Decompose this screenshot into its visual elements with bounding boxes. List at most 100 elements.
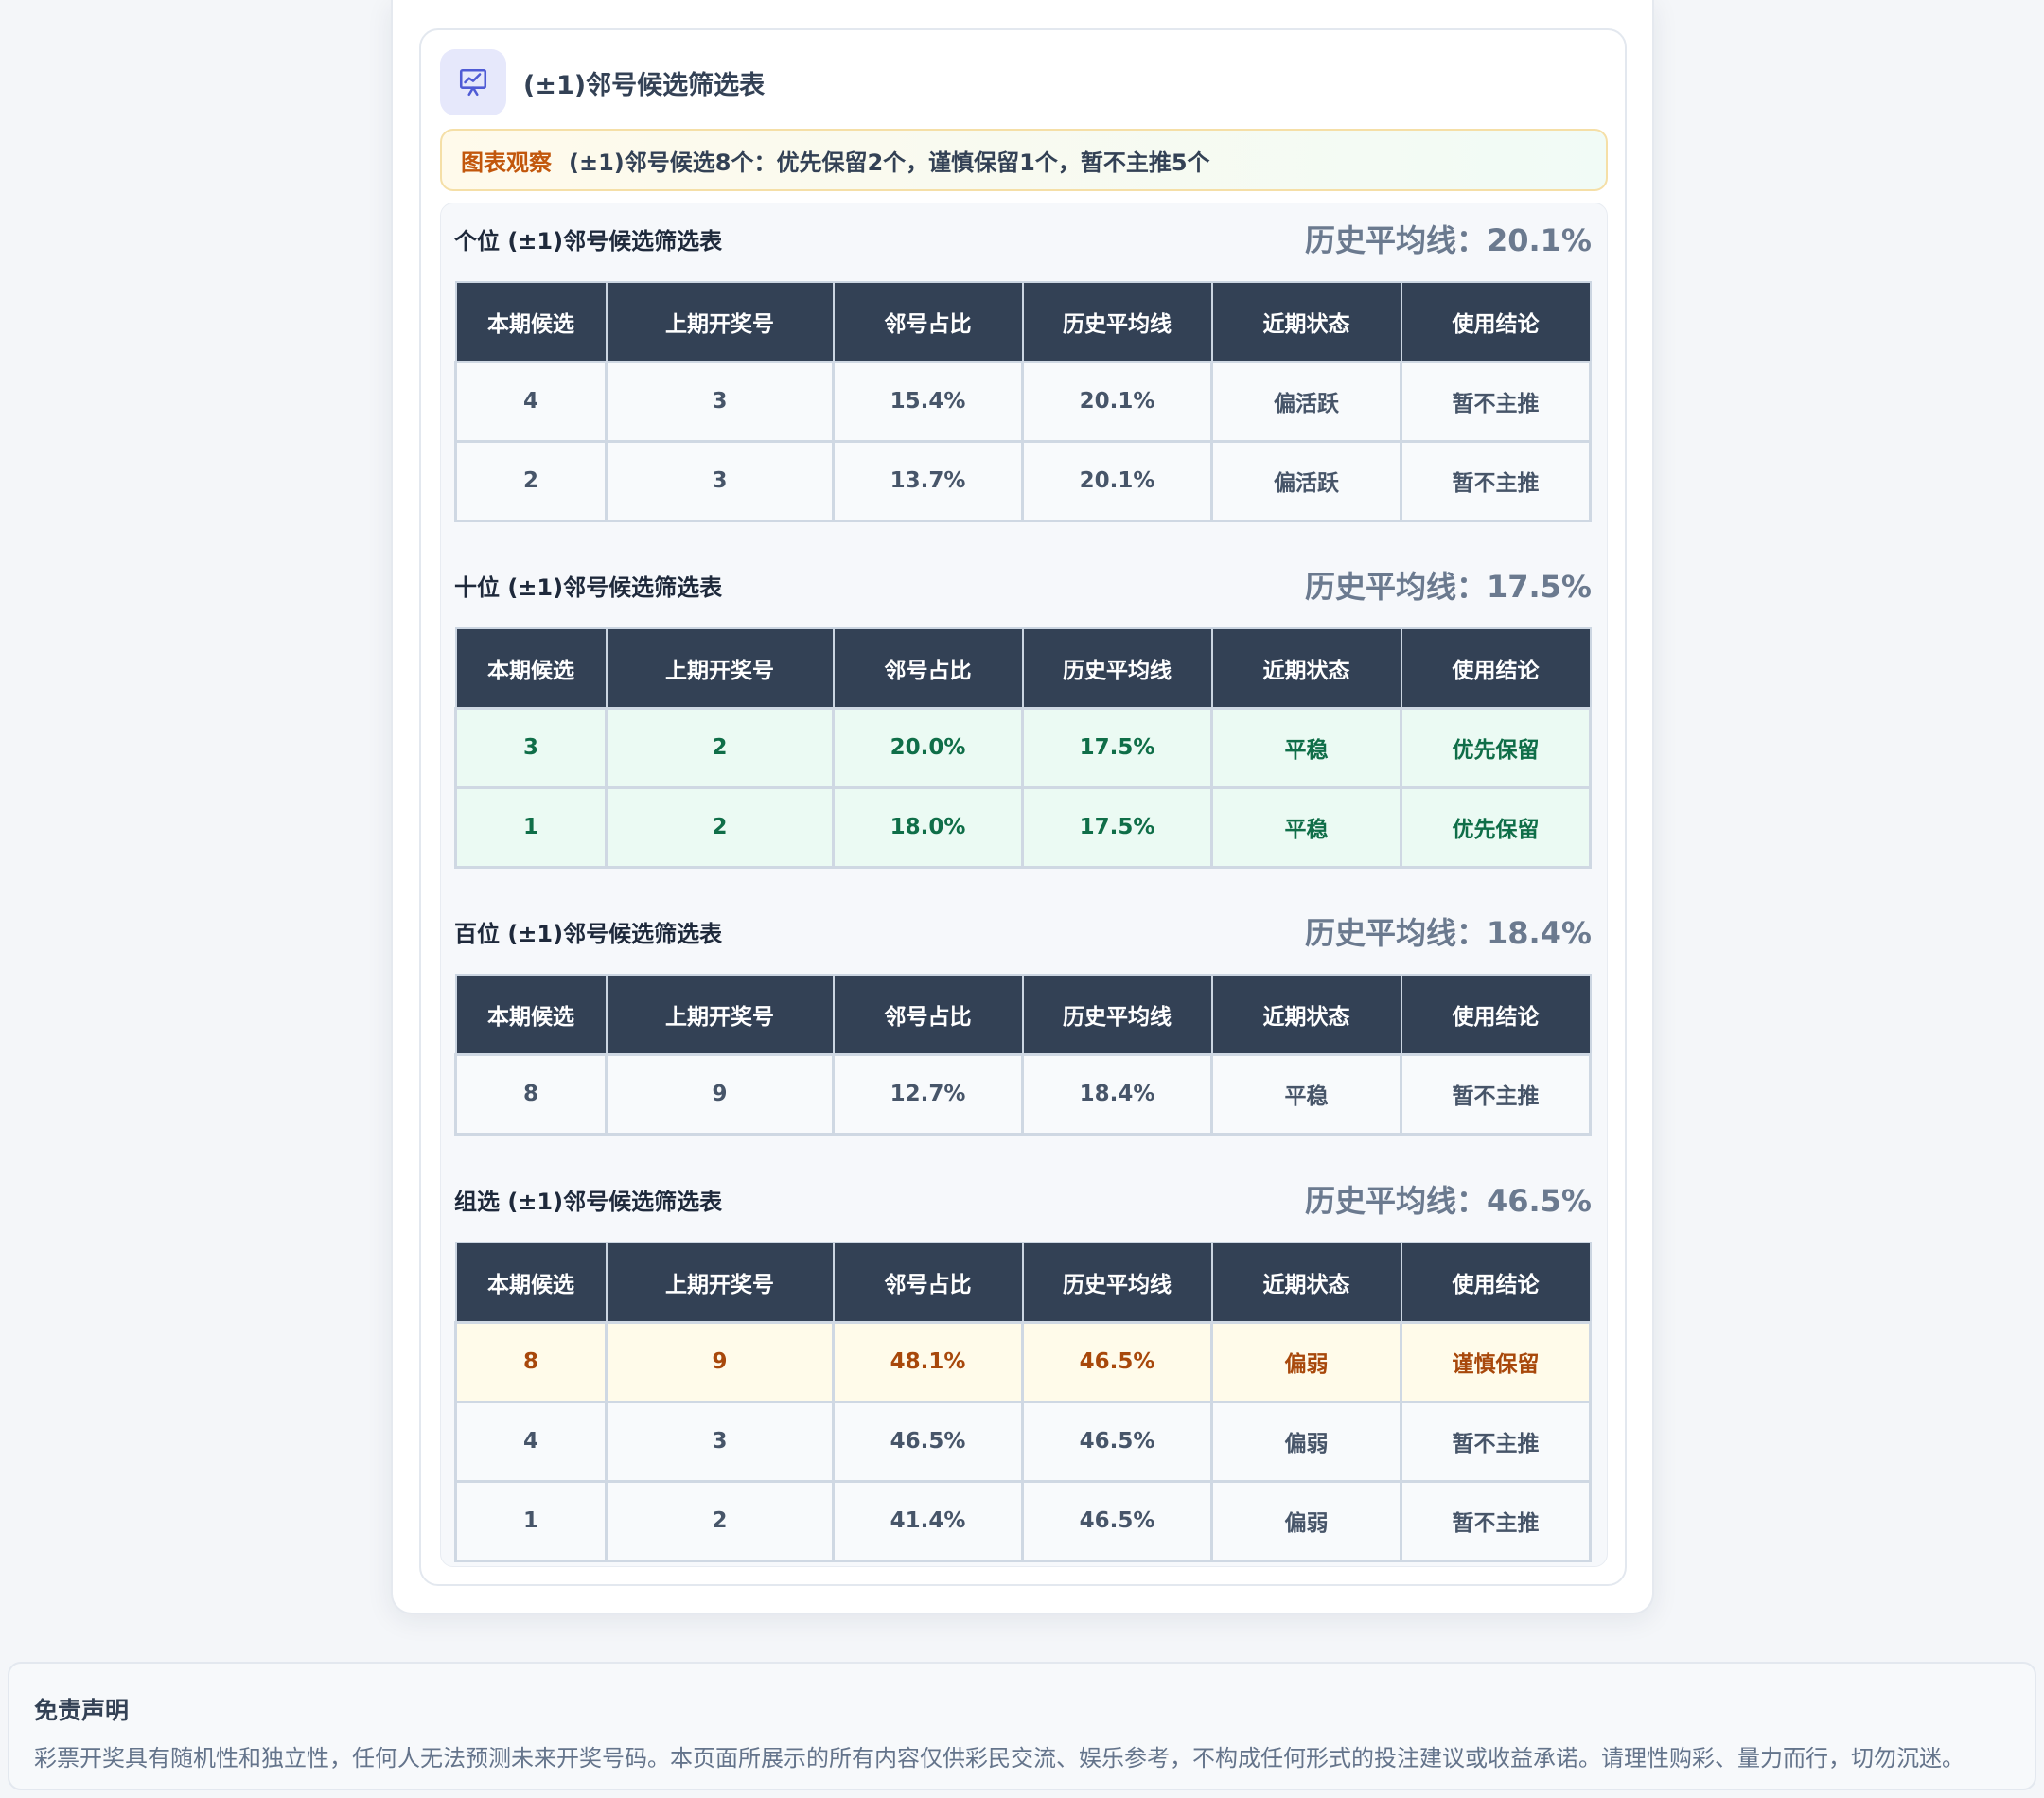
table-section: 十位 (±1)邻号候选筛选表 历史平均线：17.5% 本期候选 上期开奖号 邻号占比 历史…: [454, 561, 1592, 869]
disclaimer-text: 彩票开奖具有随机性和独立性，任何人无法预测未来开奖号码。本页面所展示的所有内容仅…: [34, 1745, 1965, 1772]
section-average-line: 历史平均线：17.5%: [1304, 569, 1592, 605]
table-header-row: 本期候选 上期开奖号 邻号占比 历史平均线 近期状态 使用结论: [454, 628, 1592, 709]
table-cell: 平稳: [1210, 785, 1402, 869]
table-section: 百位 (±1)邻号候选筛选表 历史平均线：18.4% 本期候选 上期开奖号 邻号占比 历史…: [454, 908, 1592, 1136]
section-title: 个位 (±1)邻号候选筛选表: [454, 228, 723, 255]
column-header: 使用结论: [1400, 628, 1592, 709]
table-cell: 41.4%: [832, 1479, 1024, 1562]
table-cell: 偏活跃: [1210, 439, 1402, 522]
section-average-line: 历史平均线：18.4%: [1304, 915, 1592, 951]
table-cell: 3: [605, 439, 835, 522]
table-header-row: 本期候选 上期开奖号 邻号占比 历史平均线 近期状态 使用结论: [454, 975, 1592, 1055]
column-header: 使用结论: [1400, 975, 1592, 1055]
candidate-table: 本期候选 上期开奖号 邻号占比 历史平均线 近期状态 使用结论 8 9 48.1% 46.5% 偏弱…: [454, 1242, 1592, 1562]
table-row: 4 3 15.4% 20.1% 偏活跃 暂不主推: [454, 360, 1592, 443]
table-cell: 9: [605, 1052, 835, 1136]
table-cell: 偏弱: [1210, 1320, 1402, 1403]
table-row: 4 3 46.5% 46.5% 偏弱 暂不主推: [454, 1400, 1592, 1483]
table-cell: 1: [454, 1479, 608, 1562]
section-header: 百位 (±1)邻号候选筛选表 历史平均线：18.4%: [454, 908, 1592, 955]
column-header: 上期开奖号: [605, 1243, 835, 1323]
table-cell: 4: [454, 360, 608, 443]
section-header: 个位 (±1)邻号候选筛选表 历史平均线：20.1%: [454, 215, 1592, 262]
column-header: 本期候选: [454, 628, 608, 709]
section-title: 十位 (±1)邻号候选筛选表: [454, 574, 723, 601]
table-row: 1 2 41.4% 46.5% 偏弱 暂不主推: [454, 1479, 1592, 1562]
table-row: 2 3 13.7% 20.1% 偏活跃 暂不主推: [454, 439, 1592, 522]
table-cell: 12.7%: [832, 1052, 1024, 1136]
card-title: (±1)邻号候选筛选表: [523, 70, 766, 100]
table-cell: 15.4%: [832, 360, 1024, 443]
table-row: 8 9 48.1% 46.5% 偏弱 谨慎保留: [454, 1320, 1592, 1403]
presentation-chart-icon: [440, 49, 506, 115]
table-cell: 17.5%: [1021, 785, 1213, 869]
candidate-table: 本期候选 上期开奖号 邻号占比 历史平均线 近期状态 使用结论 3 2 20.0% 17.5% 平稳…: [454, 627, 1592, 869]
section-header: 组选 (±1)邻号候选筛选表 历史平均线：46.5%: [454, 1175, 1592, 1223]
section-header: 十位 (±1)邻号候选筛选表 历史平均线：17.5%: [454, 561, 1592, 608]
column-header: 邻号占比: [832, 1243, 1024, 1323]
table-header-row: 本期候选 上期开奖号 邻号占比 历史平均线 近期状态 使用结论: [454, 282, 1592, 362]
observation-banner: 图表观察 (±1)邻号候选8个：优先保留2个，谨慎保留1个，暂不主推5个: [440, 129, 1608, 191]
column-header: 本期候选: [454, 282, 608, 362]
observation-text: (±1)邻号候选8个：优先保留2个，谨慎保留1个，暂不主推5个: [569, 149, 1210, 176]
table-cell: 谨慎保留: [1400, 1320, 1592, 1403]
table-cell: 优先保留: [1400, 785, 1592, 869]
table-cell: 46.5%: [1021, 1320, 1213, 1403]
disclaimer-panel: 免责声明 彩票开奖具有随机性和独立性，任何人无法预测未来开奖号码。本页面所展示的…: [8, 1662, 2036, 1790]
column-header: 使用结论: [1400, 1243, 1592, 1323]
column-header: 近期状态: [1210, 975, 1402, 1055]
column-header: 邻号占比: [832, 282, 1024, 362]
column-header: 上期开奖号: [605, 975, 835, 1055]
table-cell: 18.0%: [832, 785, 1024, 869]
candidate-table: 本期候选 上期开奖号 邻号占比 历史平均线 近期状态 使用结论 4 3 15.4% 20.1% 偏活…: [454, 281, 1592, 522]
table-cell: 20.1%: [1021, 360, 1213, 443]
column-header: 历史平均线: [1021, 282, 1213, 362]
table-cell: 2: [605, 1479, 835, 1562]
column-header: 近期状态: [1210, 282, 1402, 362]
table-cell: 暂不主推: [1400, 1479, 1592, 1562]
table-cell: 13.7%: [832, 439, 1024, 522]
table-cell: 3: [454, 706, 608, 789]
table-row: 1 2 18.0% 17.5% 平稳 优先保留: [454, 785, 1592, 869]
table-cell: 20.1%: [1021, 439, 1213, 522]
column-header: 本期候选: [454, 1243, 608, 1323]
table-cell: 2: [454, 439, 608, 522]
table-cell: 平稳: [1210, 1052, 1402, 1136]
table-cell: 3: [605, 1400, 835, 1483]
card-header: (±1)邻号候选筛选表: [440, 49, 765, 115]
table-cell: 2: [605, 706, 835, 789]
section-title: 百位 (±1)邻号候选筛选表: [454, 921, 723, 947]
section-title: 组选 (±1)邻号候选筛选表: [454, 1189, 723, 1215]
table-cell: 17.5%: [1021, 706, 1213, 789]
table-cell: 暂不主推: [1400, 360, 1592, 443]
table-cell: 9: [605, 1320, 835, 1403]
table-cell: 暂不主推: [1400, 1400, 1592, 1483]
table-cell: 46.5%: [832, 1400, 1024, 1483]
table-cell: 20.0%: [832, 706, 1024, 789]
table-cell: 暂不主推: [1400, 439, 1592, 522]
column-header: 近期状态: [1210, 628, 1402, 709]
table-cell: 偏弱: [1210, 1400, 1402, 1483]
table-cell: 平稳: [1210, 706, 1402, 789]
column-header: 使用结论: [1400, 282, 1592, 362]
section-average-line: 历史平均线：46.5%: [1304, 1183, 1592, 1219]
table-cell: 优先保留: [1400, 706, 1592, 789]
column-header: 上期开奖号: [605, 628, 835, 709]
table-cell: 暂不主推: [1400, 1052, 1592, 1136]
section-average-line: 历史平均线：20.1%: [1304, 222, 1592, 258]
column-header: 邻号占比: [832, 975, 1024, 1055]
column-header: 历史平均线: [1021, 1243, 1213, 1323]
column-header: 上期开奖号: [605, 282, 835, 362]
table-cell: 46.5%: [1021, 1479, 1213, 1562]
table-cell: 偏活跃: [1210, 360, 1402, 443]
column-header: 邻号占比: [832, 628, 1024, 709]
disclaimer-title: 免责声明: [34, 1697, 130, 1724]
table-row: 8 9 12.7% 18.4% 平稳 暂不主推: [454, 1052, 1592, 1136]
table-section: 组选 (±1)邻号候选筛选表 历史平均线：46.5% 本期候选 上期开奖号 邻号占比 历史…: [454, 1175, 1592, 1562]
candidate-table: 本期候选 上期开奖号 邻号占比 历史平均线 近期状态 使用结论 8 9 12.7% 18.4% 平稳…: [454, 974, 1592, 1136]
column-header: 本期候选: [454, 975, 608, 1055]
column-header: 历史平均线: [1021, 628, 1213, 709]
table-cell: 46.5%: [1021, 1400, 1213, 1483]
tables-container: 个位 (±1)邻号候选筛选表 历史平均线：20.1% 本期候选 上期开奖号 邻号占比 历史…: [440, 203, 1608, 1567]
table-cell: 偏弱: [1210, 1479, 1402, 1562]
